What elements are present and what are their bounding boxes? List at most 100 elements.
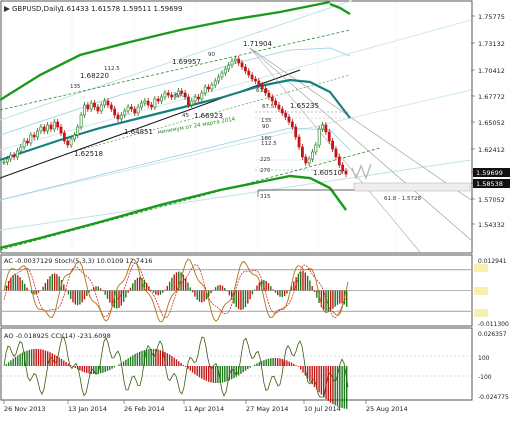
candle-body[interactable] (73, 134, 76, 140)
candle-body[interactable] (294, 126, 298, 138)
candle-body[interactable] (56, 121, 60, 128)
candle-body[interactable] (66, 140, 70, 146)
candle-body[interactable] (317, 128, 321, 146)
candle-body[interactable] (99, 104, 103, 112)
candle-body[interactable] (46, 124, 49, 132)
sub2-y-tick-label: -0.024775 (478, 394, 509, 401)
candle-body[interactable] (22, 140, 26, 148)
candle-body[interactable] (69, 138, 73, 146)
candle-body[interactable] (344, 170, 348, 175)
candle-body[interactable] (9, 154, 13, 160)
candle-body[interactable] (240, 62, 244, 68)
candle-body[interactable] (170, 94, 174, 98)
candle-body[interactable] (119, 114, 123, 120)
candle-body[interactable] (79, 114, 83, 128)
candle-body[interactable] (220, 72, 224, 78)
candle-body[interactable] (42, 126, 46, 132)
candle-body[interactable] (287, 116, 291, 123)
candle-body[interactable] (193, 96, 197, 102)
candle-body[interactable] (153, 98, 157, 108)
candle-body[interactable] (274, 100, 277, 106)
candle-body[interactable] (12, 154, 16, 158)
candle-body[interactable] (49, 124, 53, 130)
candle-body[interactable] (26, 140, 29, 144)
candle-body[interactable] (5, 158, 9, 163)
candle-body[interactable] (59, 126, 63, 134)
candle-body[interactable] (337, 156, 341, 166)
candle-body[interactable] (190, 100, 194, 106)
candle-body[interactable] (290, 121, 294, 128)
candle-body[interactable] (123, 110, 127, 116)
candle-body[interactable] (156, 98, 160, 102)
candle-body[interactable] (334, 148, 338, 158)
candle-body[interactable] (146, 100, 150, 106)
candle-body[interactable] (210, 84, 214, 90)
candle-body[interactable] (116, 114, 120, 120)
candle-body[interactable] (160, 96, 163, 102)
candle-body[interactable] (217, 76, 220, 82)
candle-body[interactable] (166, 92, 170, 96)
candle-body[interactable] (213, 80, 217, 86)
candle-body[interactable] (257, 80, 261, 86)
candle-body[interactable] (143, 100, 147, 104)
candle-body[interactable] (76, 126, 80, 136)
candle-body[interactable] (140, 102, 143, 108)
candle-body[interactable] (106, 100, 110, 106)
candle-body[interactable] (254, 78, 257, 82)
candle-body[interactable] (247, 70, 251, 76)
candle-body[interactable] (130, 106, 133, 110)
y-tick-label: 1.54332 (478, 221, 505, 229)
candle-body[interactable] (113, 108, 117, 116)
candle-body[interactable] (203, 86, 207, 94)
candle-body[interactable] (314, 144, 318, 153)
candle-body[interactable] (230, 60, 234, 66)
candle-body[interactable] (237, 58, 241, 64)
candle-body[interactable] (19, 146, 23, 152)
candle-body[interactable] (270, 96, 274, 102)
candle-body[interactable] (2, 161, 6, 164)
candle-body[interactable] (89, 102, 93, 110)
candle-body[interactable] (83, 104, 86, 116)
candle-body[interactable] (327, 131, 331, 142)
candle-body[interactable] (324, 124, 328, 133)
candle-body[interactable] (321, 124, 324, 130)
candle-body[interactable] (126, 106, 130, 112)
candle-body[interactable] (109, 104, 113, 110)
candle-body[interactable] (331, 140, 334, 150)
candle-body[interactable] (52, 121, 56, 130)
candle-body[interactable] (244, 66, 247, 72)
candle-body[interactable] (93, 102, 96, 108)
candle-body[interactable] (163, 92, 167, 98)
chart-canvas[interactable]: GBPUSD,Daily1.61433 1.61578 1.59511 1.59… (0, 0, 510, 417)
candle-body[interactable] (62, 132, 66, 142)
candle-body[interactable] (250, 74, 254, 80)
candle-body[interactable] (284, 112, 288, 118)
candle-body[interactable] (36, 130, 39, 138)
candle-body[interactable] (207, 86, 210, 90)
candle-body[interactable] (200, 92, 204, 100)
candle-body[interactable] (133, 108, 137, 114)
candle-body[interactable] (277, 104, 281, 110)
candle-body[interactable] (103, 100, 106, 106)
candle-body[interactable] (136, 106, 140, 114)
candle-body[interactable] (187, 96, 190, 106)
candle-body[interactable] (304, 156, 308, 164)
candle-body[interactable] (197, 96, 200, 100)
candle-body[interactable] (39, 126, 43, 132)
candle-body[interactable] (223, 68, 227, 74)
candle-body[interactable] (32, 134, 36, 138)
candle-body[interactable] (29, 134, 33, 144)
candle-body[interactable] (297, 136, 301, 148)
candle-body[interactable] (307, 158, 311, 164)
candle-body[interactable] (233, 58, 237, 62)
candle-body[interactable] (150, 104, 153, 108)
candle-body[interactable] (301, 146, 304, 158)
candle-body[interactable] (96, 106, 100, 112)
candle-body[interactable] (16, 150, 19, 158)
candle-body[interactable] (86, 104, 90, 110)
angle-label: 67.5 (256, 88, 269, 94)
candle-body[interactable] (227, 64, 231, 70)
candle-body[interactable] (311, 151, 314, 160)
candle-body[interactable] (280, 108, 284, 114)
gbpusd-chart-window[interactable]: GBPUSD,Daily 1.61433 1.61578 1.59511 1.59… (0, 0, 510, 417)
